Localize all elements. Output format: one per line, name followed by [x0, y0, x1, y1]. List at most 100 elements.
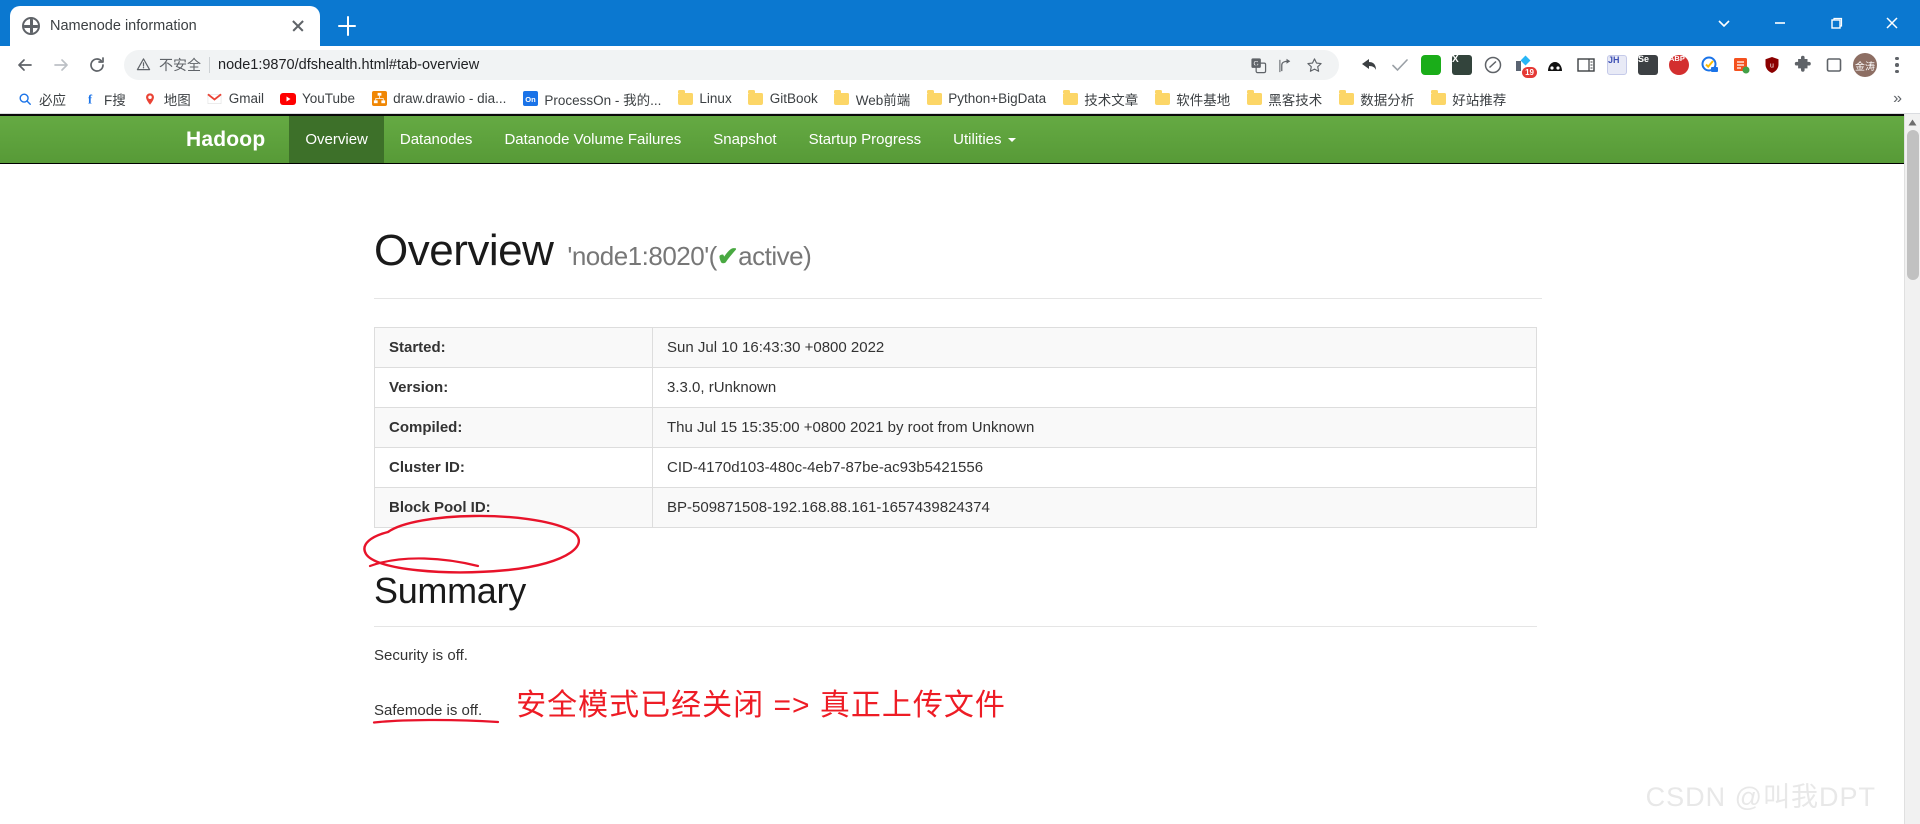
bookmark-item-gitbook[interactable]: GitBook: [741, 88, 825, 110]
svg-text:On: On: [525, 95, 536, 104]
bookmark-label: draw.drawio - dia...: [393, 91, 507, 106]
nav-item-utilities[interactable]: Utilities: [937, 116, 1031, 163]
reload-icon[interactable]: [80, 48, 114, 82]
nav-item-datanodes[interactable]: Datanodes: [384, 116, 489, 163]
nav-item-startup-progress[interactable]: Startup Progress: [793, 116, 938, 163]
content-container: Overview 'node1:8020'(✔active) Started: …: [362, 226, 1542, 724]
title-bar: Namenode information: [0, 0, 1920, 46]
side-panel-icon[interactable]: [1820, 51, 1848, 79]
avatar[interactable]: 金涛: [1851, 51, 1879, 79]
nav-item-overview[interactable]: Overview: [289, 116, 384, 163]
back-icon[interactable]: [8, 48, 42, 82]
scrollbar-thumb[interactable]: [1907, 130, 1919, 280]
bookmark-item-youtube[interactable]: YouTube: [273, 88, 362, 110]
namenode-address: 'node1:8020': [567, 241, 709, 271]
summary-heading: Summary: [374, 570, 526, 611]
wechat-extension-icon[interactable]: [1417, 51, 1445, 79]
folder-icon: [748, 90, 764, 107]
notes-extension-icon[interactable]: [1727, 51, 1755, 79]
bookmark-item-drawio[interactable]: draw.drawio - dia...: [364, 88, 513, 110]
new-tab-button[interactable]: [330, 9, 364, 43]
browser-tab[interactable]: Namenode information: [10, 6, 320, 46]
bookmark-label: Linux: [699, 91, 732, 106]
nav-item-datanode-volume-failures[interactable]: Datanode Volume Failures: [488, 116, 697, 163]
task-check-extension-icon[interactable]: [1696, 51, 1724, 79]
bookmark-label: YouTube: [302, 91, 356, 106]
bookmark-item-linux[interactable]: Linux: [670, 88, 738, 110]
bookmark-item-processon[interactable]: On ProcessOn - 我的...: [515, 86, 668, 112]
extension-strip: X 19 JH Se ABP u 金涛: [1349, 50, 1912, 80]
bookmark-item-python-bigdata[interactable]: Python+BigData: [919, 88, 1053, 110]
tab-title: Namenode information: [50, 18, 197, 34]
maximize-icon[interactable]: [1808, 0, 1864, 46]
folder-icon: [834, 90, 850, 107]
close-icon[interactable]: [288, 16, 308, 36]
bookmark-label: F搜: [104, 92, 126, 108]
selenium-extension-icon[interactable]: Se: [1634, 51, 1662, 79]
csdn-watermark: CSDN @叫我DPT: [1645, 782, 1876, 812]
bookmark-item-map[interactable]: 地图: [135, 86, 198, 112]
not-secure-warning-icon: [136, 57, 151, 74]
omnibox-actions: G: [1245, 52, 1327, 78]
menu-dot: [1895, 56, 1899, 61]
circle-arrow-extension-icon[interactable]: [1479, 51, 1507, 79]
browser-window: Namenode information 不安全 node1:9870/dfsh…: [0, 0, 1920, 824]
bookmark-item-good-sites[interactable]: 好站推荐: [1423, 86, 1513, 112]
bookmark-item-tech-articles[interactable]: 技术文章: [1055, 86, 1145, 112]
translate-icon[interactable]: G: [1245, 52, 1271, 78]
chrome-menu-icon[interactable]: [1882, 50, 1912, 80]
extensions-puzzle-icon[interactable]: [1789, 51, 1817, 79]
bookmark-label: 技术文章: [1084, 92, 1139, 108]
ublock-origin-extension-icon[interactable]: u: [1758, 51, 1786, 79]
bookmark-item-gmail[interactable]: Gmail: [200, 88, 271, 110]
dark-avatar-extension-icon[interactable]: [1541, 51, 1569, 79]
ruanmei-extension-icon[interactable]: 19: [1510, 51, 1538, 79]
bookmark-label: 数据分析: [1360, 92, 1415, 108]
bookmark-item-data-analysis[interactable]: 数据分析: [1331, 86, 1421, 112]
scroll-up-icon[interactable]: [1905, 114, 1920, 130]
bookmark-label: Gmail: [228, 91, 265, 106]
bookmark-item-biying[interactable]: 必应: [10, 86, 73, 112]
address-bar[interactable]: 不安全 node1:9870/dfshealth.html#tab-overvi…: [124, 50, 1339, 80]
bookmark-item-software-base[interactable]: 软件基地: [1147, 86, 1237, 112]
reading-panel-extension-icon[interactable]: [1572, 51, 1600, 79]
f-icon: f: [82, 91, 98, 107]
share-icon[interactable]: [1273, 52, 1299, 78]
bookmark-item-hacker-tech[interactable]: 黑客技术: [1239, 86, 1329, 112]
page-scrollbar[interactable]: [1904, 114, 1920, 824]
bookmark-label: 黑客技术: [1268, 92, 1323, 108]
row-key: Block Pool ID:: [374, 487, 653, 528]
hadoop-brand[interactable]: Hadoop: [162, 116, 289, 163]
hadoop-navbar: Hadoop Overview Datanodes Datanode Volum…: [0, 114, 1904, 164]
overview-heading: Overview: [374, 226, 554, 275]
status-paren-close: ): [803, 241, 812, 271]
bookmark-item-web-frontend[interactable]: Web前端: [827, 86, 918, 112]
search-icon: [17, 91, 33, 107]
bookmark-item-fsou[interactable]: f F搜: [75, 86, 133, 112]
jh-extension-icon[interactable]: JH: [1603, 51, 1631, 79]
nav-item-snapshot[interactable]: Snapshot: [697, 116, 792, 163]
extension-badge-count: 19: [1522, 67, 1537, 78]
bookmarks-overflow-icon[interactable]: »: [1885, 88, 1910, 110]
globe-icon: [22, 17, 40, 35]
adblock-plus-extension-icon[interactable]: ABP: [1665, 51, 1693, 79]
minimize-icon[interactable]: [1752, 0, 1808, 46]
forward-icon[interactable]: [44, 48, 78, 82]
namenode-status: 'node1:8020'(✔active): [567, 241, 811, 272]
close-window-icon[interactable]: [1864, 0, 1920, 46]
row-key: Version:: [374, 367, 653, 408]
title-divider: [374, 298, 1542, 299]
status-paren-open: (: [708, 241, 718, 271]
page-title: Overview 'node1:8020'(✔active): [374, 226, 1542, 276]
excel-extension-icon[interactable]: X: [1448, 51, 1476, 79]
tab-search-icon[interactable]: [1696, 0, 1752, 46]
page-content: Hadoop Overview Datanodes Datanode Volum…: [0, 114, 1904, 824]
security-status-text: 不安全: [159, 57, 201, 73]
checkmark-extension-icon[interactable]: [1386, 51, 1414, 79]
bookmarks-bar: 必应 f F搜 地图 Gmail YouTube draw.drawio - d…: [0, 84, 1920, 114]
bookmark-star-icon[interactable]: [1301, 52, 1327, 78]
safemode-text: Safemode is off.: [374, 702, 483, 719]
table-row: Block Pool ID: BP-509871508-192.168.88.1…: [374, 487, 1537, 528]
gmail-icon: [207, 91, 223, 107]
back-arrow-extension-icon[interactable]: [1355, 51, 1383, 79]
